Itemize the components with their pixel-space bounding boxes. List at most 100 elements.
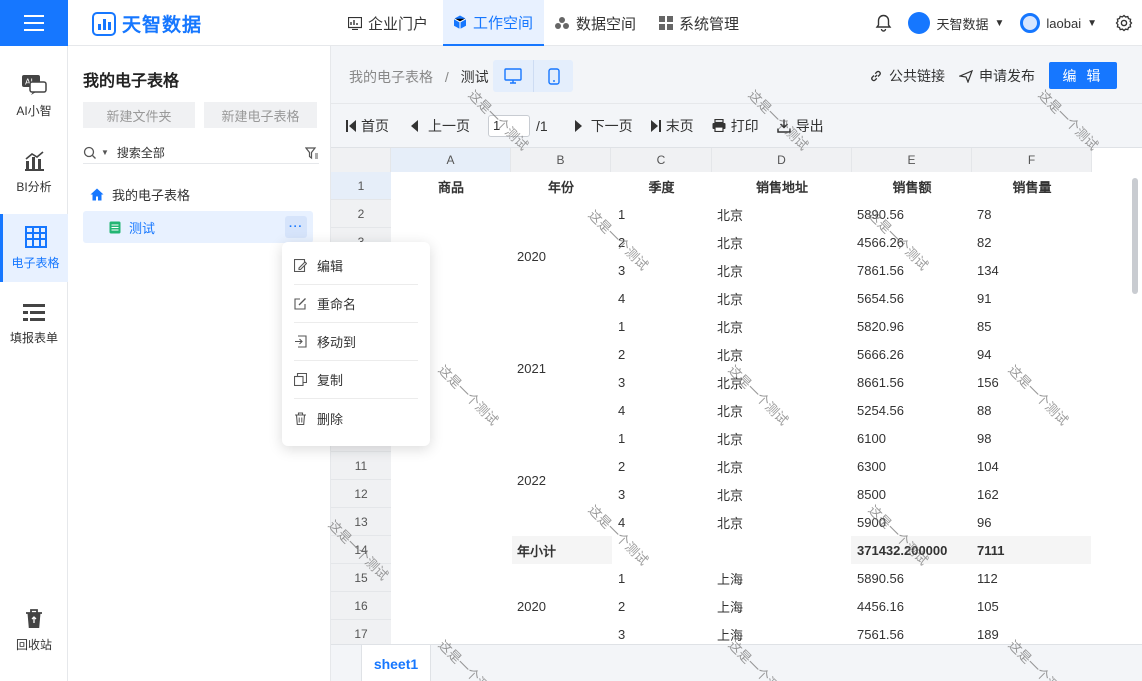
table-cell[interactable]: 5654.56 <box>857 284 904 312</box>
rail-item-recycle[interactable]: 回收站 <box>0 596 68 664</box>
table-cell[interactable]: 91 <box>977 284 991 312</box>
table-cell[interactable]: 94 <box>977 340 991 368</box>
table-cell[interactable]: 189 <box>977 620 999 644</box>
first-page-button[interactable]: 首页 <box>346 116 389 136</box>
menu-item-edit[interactable]: 编辑 <box>294 247 418 285</box>
header-cell[interactable]: 年份 <box>511 172 611 200</box>
year-merged-cell[interactable]: 2022 <box>517 424 546 536</box>
table-cell[interactable]: 北京 <box>717 508 743 536</box>
header-cell[interactable]: 销售地址 <box>712 172 852 200</box>
row-header[interactable]: 1 <box>331 172 391 200</box>
table-cell[interactable]: 4 <box>618 284 625 312</box>
table-cell[interactable]: 北京 <box>717 480 743 508</box>
edit-button[interactable]: 编 辑 <box>1049 62 1117 89</box>
table-cell[interactable]: 1 <box>618 564 625 592</box>
table-cell[interactable]: 北京 <box>717 312 743 340</box>
table-cell[interactable]: 78 <box>977 200 991 228</box>
table-cell[interactable]: 2 <box>618 592 625 620</box>
row-header[interactable]: 17 <box>331 620 391 644</box>
table-cell[interactable]: 7561.56 <box>857 620 904 644</box>
table-cell[interactable]: 3 <box>618 620 625 644</box>
menu-toggle-button[interactable] <box>0 0 68 46</box>
table-cell[interactable]: 96 <box>977 508 991 536</box>
table-cell[interactable]: 5666.26 <box>857 340 904 368</box>
filter-icon[interactable] <box>305 146 319 160</box>
table-cell[interactable]: 5820.96 <box>857 312 904 340</box>
table-cell[interactable]: 82 <box>977 228 991 256</box>
spreadsheet-grid[interactable]: ABCDEF1234567891011121314151617商品年份季度销售地… <box>331 148 1142 644</box>
table-cell[interactable]: 134 <box>977 256 999 284</box>
table-cell[interactable]: 3 <box>618 480 625 508</box>
gear-icon[interactable] <box>1115 14 1133 32</box>
table-cell[interactable]: 2 <box>618 228 625 256</box>
year-merged-cell[interactable]: 2021 <box>517 312 546 424</box>
new-spreadsheet-button[interactable]: 新建电子表格 <box>204 102 317 128</box>
column-header[interactable]: C <box>611 148 712 172</box>
breadcrumb-root[interactable]: 我的电子表格 <box>349 69 433 85</box>
rail-item-bi[interactable]: BI分析 <box>0 138 68 206</box>
more-options-button[interactable]: ··· <box>285 216 307 238</box>
header-cell[interactable]: 商品 <box>391 172 511 200</box>
header-cell[interactable]: 季度 <box>611 172 712 200</box>
column-header[interactable]: D <box>712 148 852 172</box>
table-cell[interactable]: 上海 <box>717 620 743 644</box>
table-cell[interactable]: 上海 <box>717 564 743 592</box>
table-cell[interactable]: 2 <box>618 452 625 480</box>
table-cell[interactable]: 156 <box>977 368 999 396</box>
table-cell[interactable]: 1 <box>618 312 625 340</box>
brand-logo[interactable]: 天智数据 <box>92 10 202 37</box>
table-cell[interactable]: 3 <box>618 368 625 396</box>
table-cell[interactable]: 北京 <box>717 424 743 452</box>
table-cell[interactable]: 5890.56 <box>857 564 904 592</box>
public-link-button[interactable]: 公共链接 <box>869 66 945 86</box>
row-header[interactable]: 11 <box>331 452 391 480</box>
column-header[interactable]: E <box>852 148 972 172</box>
table-cell[interactable]: 上海 <box>717 592 743 620</box>
print-button[interactable]: 打印 <box>712 116 759 136</box>
subtotal-label[interactable]: 年小计 <box>517 536 556 564</box>
tree-item-test[interactable]: 测试 ··· <box>83 211 313 243</box>
tab-nav-1[interactable]: 工作空间 <box>443 0 544 46</box>
table-cell[interactable]: 北京 <box>717 452 743 480</box>
table-cell[interactable]: 6300 <box>857 452 886 480</box>
table-cell[interactable]: 85 <box>977 312 991 340</box>
menu-item-rename[interactable]: 重命名 <box>294 285 418 323</box>
table-cell[interactable]: 北京 <box>717 200 743 228</box>
export-button[interactable]: 导出 <box>776 116 824 136</box>
tab-nav-2[interactable]: 数据空间 <box>544 0 649 46</box>
rail-item-ai[interactable]: AI AI小智 <box>0 62 68 130</box>
menu-item-trash[interactable]: 删除 <box>294 399 418 437</box>
table-cell[interactable]: 北京 <box>717 396 743 424</box>
table-cell[interactable]: 4456.16 <box>857 592 904 620</box>
org-switcher[interactable]: 天智数据 ▼ <box>908 12 1004 34</box>
column-header[interactable]: F <box>972 148 1092 172</box>
tree-root[interactable]: 我的电子表格 <box>90 185 190 204</box>
table-cell[interactable]: 98 <box>977 424 991 452</box>
header-cell[interactable]: 销售额 <box>852 172 972 200</box>
table-cell[interactable]: 北京 <box>717 228 743 256</box>
bell-icon[interactable] <box>875 14 892 32</box>
last-page-button[interactable]: 末页 <box>650 116 694 136</box>
row-header[interactable]: 15 <box>331 564 391 592</box>
table-cell[interactable]: 北京 <box>717 284 743 312</box>
vertical-scrollbar[interactable] <box>1132 178 1138 294</box>
year-merged-cell[interactable]: 2020 <box>517 200 546 312</box>
table-cell[interactable]: 北京 <box>717 368 743 396</box>
table-cell[interactable]: 5900 <box>857 508 886 536</box>
prev-page-button[interactable]: 上一页 <box>411 116 470 136</box>
table-cell[interactable]: 北京 <box>717 340 743 368</box>
table-cell[interactable]: 112 <box>977 564 998 592</box>
next-page-button[interactable]: 下一页 <box>574 116 633 136</box>
table-cell[interactable]: 5890.56 <box>857 200 904 228</box>
table-cell[interactable]: 8661.56 <box>857 368 904 396</box>
row-header[interactable]: 12 <box>331 480 391 508</box>
mobile-view-button[interactable] <box>533 60 573 92</box>
row-header[interactable]: 14 <box>331 536 391 564</box>
table-cell[interactable]: 104 <box>977 452 999 480</box>
desktop-view-button[interactable] <box>493 60 533 92</box>
menu-item-copy[interactable]: 复制 <box>294 361 418 399</box>
table-cell[interactable]: 162 <box>977 480 999 508</box>
table-cell[interactable]: 6100 <box>857 424 886 452</box>
table-cell[interactable]: 3 <box>618 256 625 284</box>
row-header[interactable]: 13 <box>331 508 391 536</box>
